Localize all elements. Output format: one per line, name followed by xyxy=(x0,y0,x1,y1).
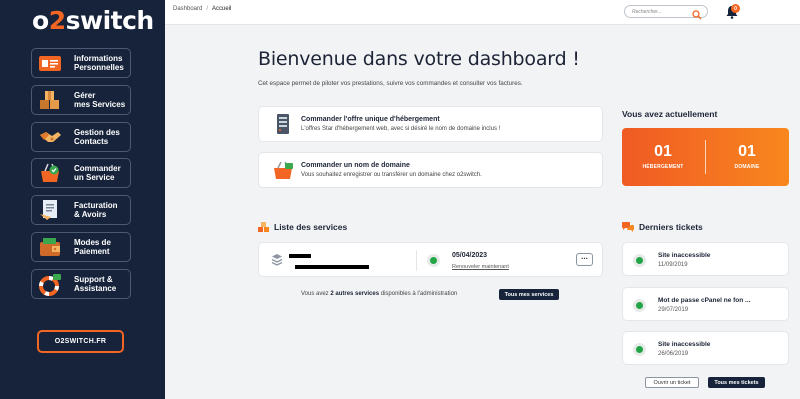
sidebar-item-commander[interactable]: Commander un Service xyxy=(31,158,131,188)
shopping-basket-icon xyxy=(36,161,64,185)
search-input[interactable]: Rechercher... xyxy=(624,5,708,20)
summary-box: 01 HÉBERGEMENT 01 DOMAINE xyxy=(622,128,789,186)
domain-summary[interactable]: 01 DOMAINE xyxy=(712,143,782,171)
order-hosting-desc: L'offres Star d'hébergement web, avec si… xyxy=(301,126,501,132)
invoice-icon xyxy=(36,198,64,222)
o2switch-logo[interactable]: o2switch xyxy=(32,6,154,35)
ticket-item[interactable]: Site inaccessible 26/06/2019 xyxy=(622,331,789,365)
order-hosting-card[interactable]: Commander l'offre unique d'hébergement L… xyxy=(258,106,603,142)
sidebar-item-label: Support & Assistance xyxy=(74,274,117,294)
sidebar-item-label: Gérer mes Services xyxy=(74,90,126,110)
wallet-icon xyxy=(36,235,64,259)
notification-badge: 0 xyxy=(731,4,740,13)
order-hosting-title: Commander l'offre unique d'hébergement xyxy=(301,116,440,123)
ticket-status-dot xyxy=(633,343,646,356)
page-title: Bienvenue dans votre dashboard ! xyxy=(258,48,580,70)
sidebar-item-label: Facturation & Avoirs xyxy=(74,200,118,220)
ticket-date: 26/06/2019 xyxy=(658,351,689,357)
ticket-title: Site inaccessible xyxy=(658,341,711,348)
services-icon xyxy=(258,222,269,232)
hosting-label: HÉBERGEMENT xyxy=(642,164,684,170)
sidebar-item-facturation[interactable]: Facturation & Avoirs xyxy=(31,195,131,225)
ticket-title: Site inaccessible xyxy=(658,252,711,259)
search-placeholder: Rechercher... xyxy=(632,9,662,15)
ticket-status-dot xyxy=(633,299,646,312)
ticket-date: 11/09/2019 xyxy=(658,262,688,268)
lifebuoy-icon xyxy=(36,272,64,296)
sidebar-item-services[interactable]: Gérer mes Services xyxy=(31,85,131,115)
notifications-button[interactable]: 0 xyxy=(726,4,740,24)
search-icon[interactable] xyxy=(692,7,702,25)
breadcrumb: Dashboard / Accueil xyxy=(173,6,231,12)
sidebar-item-informations[interactable]: Informations Personnelles xyxy=(31,48,131,78)
page-subtitle: Cet espace permet de piloter vos prestat… xyxy=(258,80,523,87)
ticket-date: 29/07/2019 xyxy=(658,307,689,313)
sidebar-item-support[interactable]: Support & Assistance xyxy=(31,269,131,299)
hosting-summary[interactable]: 01 HÉBERGEMENT xyxy=(628,143,698,171)
all-services-button[interactable]: Tous mes services xyxy=(499,289,559,300)
sidebar-item-paiement[interactable]: Modes de Paiement xyxy=(31,232,131,262)
ticket-title: Mot de passe cPanel ne fon ... xyxy=(658,297,751,304)
chat-icon xyxy=(622,222,634,232)
order-domain-desc: Vous souhaitez enregistrer ou transférer… xyxy=(301,172,482,178)
services-section-title: Liste des services xyxy=(258,222,347,232)
sidebar: o2switch Informations Personnelles Gérer… xyxy=(0,0,165,399)
service-row: 05/04/2023 Renouveler maintenant ... xyxy=(258,242,603,277)
summary-divider xyxy=(705,140,706,174)
topbar: Dashboard / Accueil Rechercher... 0 xyxy=(165,0,800,25)
open-ticket-button[interactable]: Ouvrir un ticket xyxy=(645,377,699,388)
ticket-status-dot xyxy=(633,254,646,267)
services-title: Liste des services xyxy=(274,222,348,232)
sidebar-item-label: Modes de Paiement xyxy=(74,237,111,257)
order-domain-title: Commander un nom de domaine xyxy=(301,162,410,169)
domain-label: DOMAINE xyxy=(734,164,760,170)
id-card-icon xyxy=(36,51,64,75)
renew-link[interactable]: Renouveler maintenant xyxy=(452,264,509,270)
o2switch-site-button[interactable]: O2SWITCH.FR xyxy=(37,330,124,353)
tickets-section-title: Derniers tickets xyxy=(622,222,703,232)
domain-count: 01 xyxy=(738,143,756,160)
service-divider xyxy=(416,250,417,271)
service-more-button[interactable]: ... xyxy=(576,253,593,266)
ticket-item[interactable]: Site inaccessible 11/09/2019 xyxy=(622,242,789,276)
sidebar-item-label: Gestion des Contacts xyxy=(74,127,120,147)
ticket-item[interactable]: Mot de passe cPanel ne fon ... 29/07/201… xyxy=(622,287,789,321)
layers-icon xyxy=(271,253,283,272)
services-note: Vous avez 2 autres services disponibles … xyxy=(301,291,458,297)
service-status-dot xyxy=(427,254,440,267)
boxes-icon xyxy=(36,88,64,112)
sidebar-item-contacts[interactable]: Gestion des Contacts xyxy=(31,122,131,152)
breadcrumb-separator: / xyxy=(206,6,209,12)
sidebar-item-label: Commander un Service xyxy=(74,163,121,183)
service-expiry-date: 05/04/2023 xyxy=(452,252,488,259)
redacted-service-name xyxy=(289,254,311,258)
hosting-count: 01 xyxy=(654,143,672,160)
summary-title: Vous avez actuellement xyxy=(622,109,718,119)
domain-basket-icon xyxy=(271,158,295,182)
handshake-icon xyxy=(36,125,64,149)
all-tickets-button[interactable]: Tous mes tickets xyxy=(708,377,765,388)
breadcrumb-dashboard[interactable]: Dashboard xyxy=(173,6,202,12)
order-domain-card[interactable]: Commander un nom de domaine Vous souhait… xyxy=(258,152,603,188)
tickets-title: Derniers tickets xyxy=(639,222,703,232)
breadcrumb-accueil: Accueil xyxy=(212,6,232,12)
server-icon xyxy=(271,112,295,136)
sidebar-item-label: Informations Personnelles xyxy=(74,53,124,73)
redacted-service-domain xyxy=(295,265,369,269)
